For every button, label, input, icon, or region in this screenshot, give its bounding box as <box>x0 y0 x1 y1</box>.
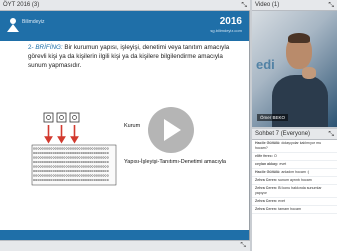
slide-site: sg.bilimdeyiz.com <box>210 28 242 33</box>
resize-icon[interactable]: ⤡ <box>241 0 247 11</box>
chat-message: Zehra Ceren: evet <box>252 198 337 206</box>
speaker-hand <box>302 67 316 79</box>
video-panel-header: Video (1) ⤡ <box>252 0 337 11</box>
logo-icon <box>7 18 19 32</box>
svg-text:oooooooooooooooooooooooooooooo: ooooooooooooooooooooooooooooooooooo <box>33 174 109 178</box>
webcam-video[interactable]: edi Ömer BEKO <box>252 11 337 127</box>
message-author: Zehra Ceren: <box>255 207 278 211</box>
message-author: Zehra Ceren: <box>255 199 278 203</box>
kurum-label: Kurum <box>124 123 141 129</box>
chat-message: Zehra Ceren: sunum ayrıntı hocam <box>252 177 337 185</box>
svg-text:oooooooooooooooooooooooooooooo: ooooooooooooooooooooooooooooooooooo <box>33 160 109 164</box>
message-text: anladım hocam :) <box>281 170 310 174</box>
logo-text: Bilimdeyiz <box>22 19 45 25</box>
slide-panel-header: ÖYT 2016 (3) ⤡ <box>0 0 250 11</box>
slide-footer <box>0 230 249 240</box>
svg-text:oooooooooooooooooooooooooooooo: ooooooooooooooooooooooooooooooooooo <box>33 165 109 169</box>
chat-panel-title: Sohbet 7 (Everyone) <box>255 131 311 137</box>
chat-message: Hacile Gültülü: anladım hocam :) <box>252 169 337 177</box>
svg-text:oooooooooooooooooooooooooooooo: ooooooooooooooooooooooooooooooooooo <box>33 156 109 160</box>
slide-panel-footer: ⤡ <box>0 240 250 251</box>
message-text: sunum ayrıntı hocam <box>278 178 312 182</box>
speaker-hair <box>288 33 310 43</box>
item-number: 2- <box>28 44 34 51</box>
message-author: Hacile Gültülü: <box>255 170 281 174</box>
svg-text:oooooooooooooooooooooooooooooo: ooooooooooooooooooooooooooooooooooo <box>33 178 109 182</box>
chat-messages[interactable]: Hacile Gültülü: dolaşıyolar kalılmıyor m… <box>252 140 337 251</box>
message-author: Hacile Gültülü: <box>255 141 281 145</box>
message-text: evet <box>278 199 285 203</box>
message-author: Zehra Ceren: <box>255 178 278 182</box>
svg-text:oooooooooooooooooooooooooooooo: ooooooooooooooooooooooooooooooooooo <box>33 169 109 173</box>
svg-text:oooooooooooooooooooooooooooooo: ooooooooooooooooooooooooooooooooooo <box>33 147 109 151</box>
video-panel-title: Video (1) <box>255 2 280 8</box>
message-author: Zehra Ceren: <box>255 186 278 190</box>
message-author: ceylan akkay: <box>255 162 279 166</box>
speaker-name-tag: Ömer BEKO <box>257 114 289 121</box>
background-wall-text: edi <box>256 57 275 72</box>
chat-panel-header: Sohbet 7 (Everyone) ⤡ <box>252 129 337 140</box>
resize-icon[interactable]: ⤡ <box>328 129 334 140</box>
message-author: elife ferec: <box>255 154 273 158</box>
resize-icon[interactable]: ⤡ <box>240 242 246 250</box>
play-button[interactable] <box>148 107 194 153</box>
keyword: BRİFİNG: <box>35 44 63 51</box>
purpose-label: Yapısı-İşleyişi-Tanıtımı-Denetimi amacıy… <box>124 159 226 165</box>
message-text: tamam hocam <box>278 207 301 211</box>
chat-message: Zehra Ceren: tamam hocam <box>252 206 337 214</box>
message-text: evet <box>279 162 287 166</box>
message-text: O <box>273 154 277 158</box>
chat-message: Hacile Gültülü: dolaşıyolar kalılmıyor m… <box>252 140 337 153</box>
chat-message: Zehra Ceren: Bi konu hakkında sunumlar y… <box>252 185 337 198</box>
slide-definition: 2- BRİFİNG: Bir kurumun yapısı, işleyişi… <box>28 43 236 70</box>
slide-banner: Bilimdeyiz 2016 sg.bilimdeyiz.com <box>0 11 249 41</box>
slide-year: 2016 <box>219 16 242 27</box>
presentation-slide: Bilimdeyiz 2016 sg.bilimdeyiz.com 2- BRİ… <box>0 11 250 240</box>
chat-message: elife ferec: O <box>252 153 337 161</box>
people-icons <box>43 112 80 123</box>
svg-text:oooooooooooooooooooooooooooooo: ooooooooooooooooooooooooooooooooooo <box>33 151 109 155</box>
play-icon <box>164 119 181 141</box>
organization-diagram: ooooooooooooooooooooooooooooooooooo oooo… <box>31 112 117 186</box>
slide-panel-title: ÖYT 2016 (3) <box>3 2 40 8</box>
chat-message: ceylan akkay: evet <box>252 161 337 169</box>
resize-icon[interactable]: ⤡ <box>328 0 334 11</box>
